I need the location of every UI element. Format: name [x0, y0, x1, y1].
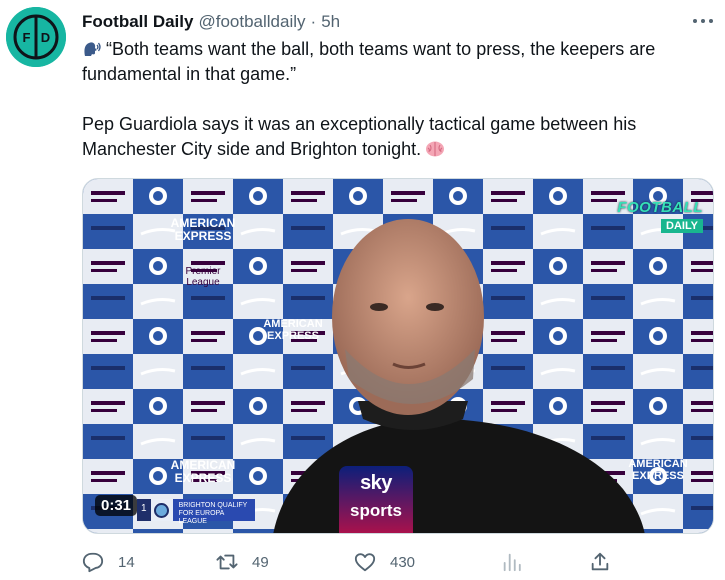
svg-text:AMERICAN: AMERICAN	[171, 216, 236, 230]
video-duration: 0:31	[95, 495, 138, 516]
svg-text:EXPRESS: EXPRESS	[175, 229, 232, 243]
avatar[interactable]: F D	[6, 7, 66, 67]
football-daily-watermark: FOOTBALL DAILY	[617, 199, 703, 234]
reply-count: 14	[118, 553, 135, 571]
tweet-header: Football Daily @footballdaily · 5h	[82, 11, 340, 33]
reply-icon	[82, 552, 104, 573]
like-button[interactable]: 430	[354, 548, 415, 576]
author-handle[interactable]: @footballdaily	[198, 12, 305, 32]
ticker-headline: BRIGHTON QUALIFY FOR EUROPA LEAGUE	[172, 499, 255, 525]
watermark-line1: FOOTBALL	[617, 199, 703, 216]
brain-icon	[426, 141, 445, 157]
share-button[interactable]	[589, 548, 611, 576]
svg-text:AMERICAN: AMERICAN	[628, 458, 687, 470]
retweet-count: 49	[252, 553, 269, 571]
view-analytics-button[interactable]	[501, 548, 523, 576]
more-dot	[701, 19, 705, 23]
svg-text:D: D	[41, 30, 50, 45]
tweet-actions: 14 49 430	[82, 548, 622, 576]
tweet-text: “Both teams want the ball, both teams wa…	[82, 37, 712, 162]
watermark-line2: DAILY	[661, 219, 703, 233]
retweet-icon	[216, 554, 238, 570]
more-options-icon[interactable]	[691, 11, 715, 31]
svg-text:EXPRESS: EXPRESS	[267, 330, 319, 342]
football-daily-logo-icon: F D	[6, 7, 66, 67]
more-dot	[709, 19, 713, 23]
author-name[interactable]: Football Daily	[82, 12, 193, 32]
heart-icon	[354, 553, 376, 572]
mic-brand-line2: sports	[350, 501, 402, 520]
analytics-icon	[503, 553, 521, 572]
separator-dot: ·	[310, 12, 317, 31]
retweet-button[interactable]: 49	[216, 548, 269, 576]
summary-paragraph: Pep Guardiola says it was an exceptional…	[82, 112, 712, 162]
ticker-score: 1	[137, 499, 151, 521]
more-dot	[693, 19, 697, 23]
like-count: 430	[390, 553, 416, 571]
quote-text: “Both teams want the ball, both teams wa…	[82, 39, 656, 84]
svg-text:EXPRESS: EXPRESS	[632, 470, 684, 482]
svg-text:League: League	[186, 277, 220, 288]
share-icon	[591, 552, 609, 571]
tweet-card[interactable]: F D Football Daily @footballdaily · 5h “…	[0, 0, 725, 580]
reply-button[interactable]: 14	[82, 548, 135, 576]
mic-brand-line1: sky	[360, 472, 392, 494]
summary-text: Pep Guardiola says it was an exceptional…	[82, 114, 637, 159]
speaking-head-icon	[84, 42, 101, 56]
quote-paragraph: “Both teams want the ball, both teams wa…	[82, 37, 712, 87]
video-player[interactable]: AMERICAN EXPRESS Premier League AMERICAN…	[82, 178, 714, 534]
timestamp[interactable]: 5h	[321, 12, 340, 32]
svg-text:AMERICAN: AMERICAN	[263, 318, 322, 330]
man-city-crest-icon	[150, 499, 173, 521]
svg-text:EXPRESS: EXPRESS	[175, 471, 232, 485]
svg-text:F: F	[23, 30, 31, 45]
svg-text:AMERICAN: AMERICAN	[171, 458, 236, 472]
score-ticker: 1 BRIGHTON QUALIFY FOR EUROPA LEAGUE	[137, 499, 255, 525]
sky-sports-microphone: sky sports	[339, 466, 413, 533]
svg-text:Premier: Premier	[185, 266, 221, 277]
